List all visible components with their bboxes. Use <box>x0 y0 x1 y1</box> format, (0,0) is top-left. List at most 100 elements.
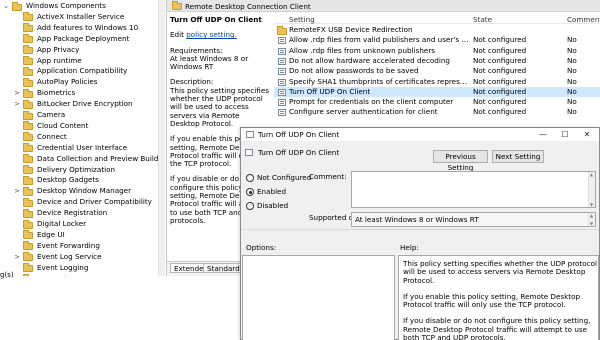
setting-comment: No <box>567 35 577 45</box>
folder-icon <box>23 154 33 164</box>
folder-icon <box>23 230 33 240</box>
supported-on-value: At least Windows 8 or Windows RT <box>355 215 479 224</box>
setting-row[interactable]: Turn Off UDP On Client Not configured No <box>274 86 600 98</box>
radio-enabled-dot[interactable] <box>246 188 254 196</box>
desc-desc-text: This policy setting specifies whether th… <box>170 85 269 128</box>
policy-icon <box>278 37 286 45</box>
edit-policy-link[interactable]: policy setting. <box>186 30 237 39</box>
setting-state: Not configured <box>473 107 527 117</box>
tree-item-label: ActiveX Installer Service <box>37 11 125 21</box>
folder-icon <box>23 165 33 174</box>
folder-icon <box>23 219 33 229</box>
tree-item-label: Windows Components <box>26 1 106 10</box>
setting-row[interactable]: Do not allow passwords to be saved Not co… <box>274 66 600 76</box>
help-p2: If you enable this policy setting, Remot… <box>403 291 581 310</box>
tree-item-label: Add features to Windows 10 <box>37 22 139 32</box>
folder-icon <box>23 175 33 185</box>
tree-item-label: BitLocker Drive Encryption <box>37 99 133 109</box>
policy-dialog: Turn Off UDP On Client — ☐ ✕ Turn Off UD… <box>240 127 600 340</box>
folder-icon <box>23 56 33 65</box>
tree-item-label: Camera <box>37 110 66 119</box>
dialog-title: Turn Off UDP On Client <box>258 130 340 139</box>
col-setting[interactable]: Setting <box>289 15 315 24</box>
minimize-icon[interactable]: — <box>532 128 554 141</box>
help-p1: This policy setting specifies whether th… <box>403 259 597 285</box>
tree-item-label: AutoPlay Policies <box>37 77 98 87</box>
setting-row[interactable]: Allow .rdp files from valid publishers a… <box>274 35 600 45</box>
expand-arrow-icon[interactable]: > <box>13 99 21 110</box>
setting-comment: No <box>567 107 577 117</box>
pane-header-title: Remote Desktop Connection Client <box>185 2 311 11</box>
previous-setting-button[interactable]: Previous Setting <box>433 150 488 172</box>
tree-item-label: App Privacy <box>37 44 80 54</box>
desc-description: Description: This policy setting specifie… <box>170 78 270 128</box>
radio-not-configured-dot[interactable] <box>246 174 254 182</box>
help-text: This policy setting specifies whether th… <box>403 259 598 340</box>
close-icon[interactable]: ✕ <box>576 128 598 141</box>
folder-icon <box>23 45 33 55</box>
setting-row[interactable]: Configure server authentication for clie… <box>274 107 600 117</box>
tree-item-label: Event Log Service <box>37 251 102 261</box>
setting-row[interactable]: Specify SHA1 thumbprints of certificates… <box>274 77 600 87</box>
status-fragment: g(s) <box>0 271 14 279</box>
setting-name: Configure server authentication for clie… <box>289 107 438 117</box>
setting-row[interactable]: Do not allow hardware accelerated decodi… <box>274 56 600 66</box>
tree-item-label: Event Logging <box>37 262 89 272</box>
comment-label: Comment: <box>309 172 347 181</box>
tab-standard[interactable]: Standard <box>203 263 244 273</box>
dialog-titlebar: Turn Off UDP On Client — ☐ ✕ <box>241 128 599 141</box>
setting-name: Do not allow hardware accelerated decodi… <box>289 55 450 65</box>
tree-item-label: App runtime <box>37 55 82 65</box>
folder-icon <box>23 23 33 33</box>
col-comment[interactable]: Comment <box>567 15 600 24</box>
setting-comment: No <box>567 86 577 96</box>
list-header: Setting State Comment <box>274 13 600 24</box>
folder-icon <box>23 110 33 120</box>
setting-name: RemoteFX USB Device Redirection <box>289 25 413 34</box>
comment-textarea[interactable] <box>351 171 596 208</box>
options-area <box>242 255 395 340</box>
options-label: Options: <box>246 243 277 252</box>
policy-icon <box>278 47 286 55</box>
supported-scrollbar[interactable] <box>588 213 595 226</box>
policy-tree: ⌄ Windows Components ActiveX Installer Ser… <box>0 0 165 276</box>
setting-comment: No <box>567 97 577 107</box>
tree-item-label: Credential User Interface <box>37 142 128 152</box>
dialog-subtitle-text: Turn Off UDP On Client <box>258 148 340 157</box>
tree-item-label: Biometrics <box>37 88 76 98</box>
folder-icon <box>23 252 33 262</box>
expand-arrow-icon[interactable]: > <box>13 186 21 197</box>
gpedit-window: ⌄ Windows Components ActiveX Installer Ser… <box>0 0 600 340</box>
tree-item-label: Desktop Gadgets <box>37 175 100 185</box>
setting-comment: No <box>567 45 577 55</box>
tree-item-label: Data Collection and Preview Builds <box>37 153 163 163</box>
policy-icon <box>245 149 253 156</box>
maximize-icon[interactable]: ☐ <box>554 128 576 141</box>
folder-icon <box>23 186 33 196</box>
tree-item-label: Digital Locker <box>37 219 87 228</box>
expand-arrow-icon[interactable]: ⌄ <box>2 1 10 12</box>
help-p3: If you disable or do not configure this … <box>403 316 591 340</box>
tree-item-label: Cloud Content <box>37 120 89 130</box>
col-state[interactable]: State <box>473 15 492 24</box>
setting-name: Turn Off UDP On Client <box>289 86 371 96</box>
radio-disabled-dot[interactable] <box>246 202 254 210</box>
setting-name: Specify SHA1 thumbprints of certificates… <box>289 76 469 86</box>
setting-state: Not configured <box>473 97 527 107</box>
tree-scrollbar[interactable] <box>158 0 165 276</box>
expand-arrow-icon[interactable]: > <box>13 88 21 99</box>
desc-requirements: Requirements: At least Windows 8 or Windo… <box>170 46 270 72</box>
setting-row[interactable]: Prompt for credentials on the client com… <box>274 97 600 107</box>
list-folder-row[interactable]: RemoteFX USB Device Redirection <box>274 25 600 35</box>
setting-row[interactable]: Allow .rdp files from unknown publishers… <box>274 46 600 56</box>
folder-icon <box>172 0 182 10</box>
next-setting-button[interactable]: Next Setting <box>492 150 544 163</box>
expand-arrow-icon[interactable]: > <box>13 252 21 263</box>
comment-scrollbar[interactable] <box>588 172 595 207</box>
tree-item-label: Device and Driver Compatibility <box>37 197 152 207</box>
setting-comment: No <box>567 55 577 65</box>
setting-name: Allow .rdp files from valid publishers a… <box>289 35 469 45</box>
radio-disabled-label: Disabled <box>257 201 289 210</box>
pane-header: Remote Desktop Connection Client <box>167 0 600 12</box>
policy-icon <box>278 78 286 86</box>
